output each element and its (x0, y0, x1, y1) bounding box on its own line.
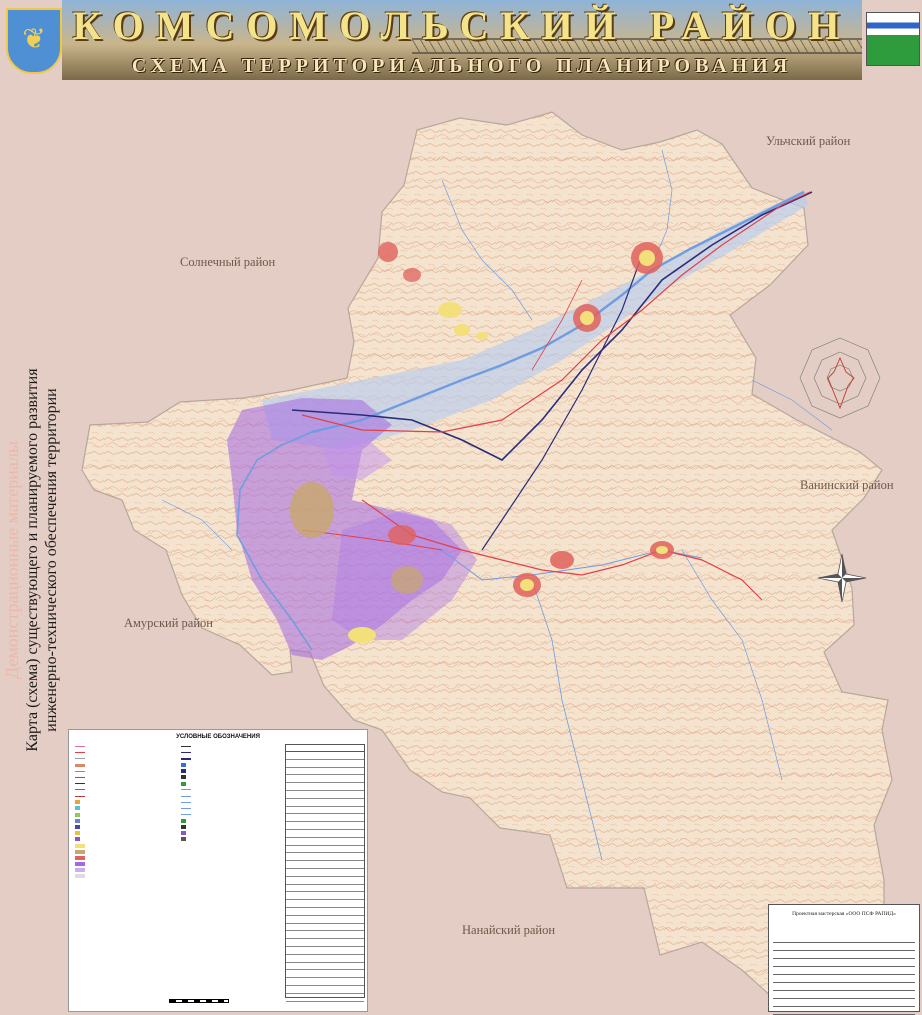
label-solnechny-district: Солнечный район (180, 255, 276, 269)
map-title: КОМСОМОЛЬСКИЙ РАЙОН (72, 3, 852, 48)
district-coat-of-arms-icon: ❦ (6, 8, 62, 74)
title-block: Проектная мастерская «ООО ПСФ РАПИД» (768, 904, 920, 1015)
legend-column-2 (181, 744, 279, 843)
header-banner: КОМСОМОЛЬСКИЙ РАЙОН СХЕМА ТЕРРИТОРИАЛЬНО… (62, 0, 862, 80)
side-title-demo: Демонстрационные материалы (2, 440, 22, 680)
wind-rose-diagram (799, 337, 881, 419)
title-block-organization: Проектная мастерская «ООО ПСФ РАПИД» (792, 911, 896, 917)
map-subtitle: СХЕМА ТЕРРИТОРИАЛЬНОГО ПЛАНИРОВАНИЯ (131, 55, 793, 77)
legend-title: УСЛОВНЫЕ ОБОЗНАЧЕНИЯ (176, 734, 260, 740)
map-legend: УСЛОВНЫЕ ОБОЗНАЧЕНИЯ (68, 729, 368, 1012)
legend-column-1 (75, 744, 173, 880)
label-nanaysky-district: Нанайский район (462, 923, 556, 937)
label-ulchsky-district: Ульчский район (766, 134, 851, 148)
side-title-line-2: инженерно-технического обеспечения терри… (43, 388, 60, 732)
legend-objects-table (285, 744, 365, 1002)
district-flag-icon (866, 12, 920, 66)
side-title-line-1: Карта (схема) существующего и планируемо… (24, 368, 41, 752)
side-title: Демонстрационные материалы Карта (схема)… (1, 125, 61, 995)
label-amursky-district: Амурский район (124, 616, 213, 630)
side-title-panel: Демонстрационные материалы Карта (схема)… (0, 80, 62, 1014)
title-block-grid (773, 935, 915, 1015)
scale-bar (169, 998, 229, 1003)
label-vaninsky-district: Ванинский район (800, 478, 894, 492)
